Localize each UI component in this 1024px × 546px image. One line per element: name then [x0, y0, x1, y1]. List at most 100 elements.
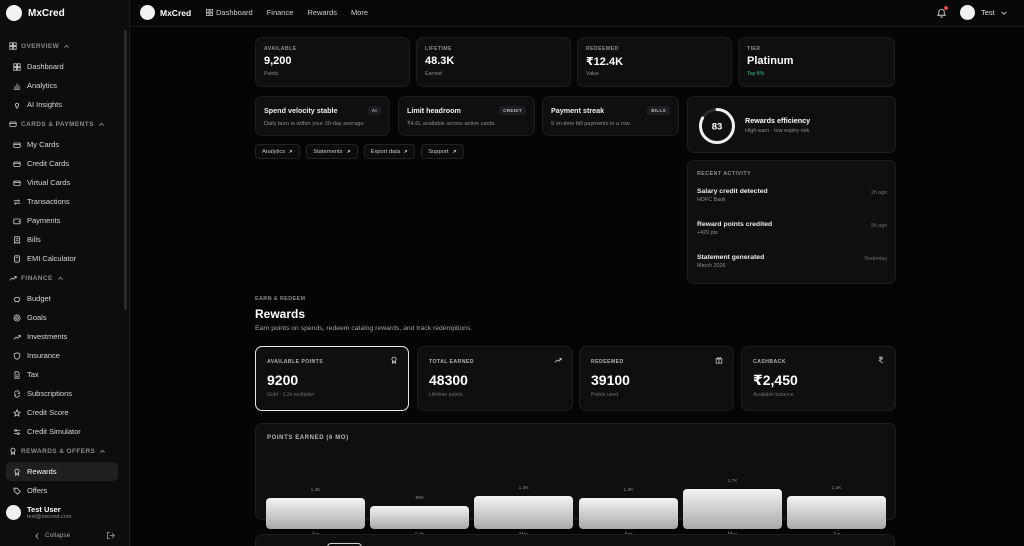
sidebar-item-dashboard[interactable]: Dashboard — [6, 57, 118, 76]
sidebar-item-label: EMI Calculator — [27, 254, 77, 263]
top-brand[interactable]: MxCred — [140, 5, 191, 20]
activity-sub: March 2026 — [697, 263, 726, 269]
activity-item[interactable]: Salary credit detected HDFC Bank 2h ago — [697, 188, 887, 203]
activity-sub: +420 pts — [697, 230, 718, 236]
bar[interactable] — [266, 498, 365, 529]
repeat-icon — [14, 389, 20, 398]
bar-value-label: 1.4K — [831, 486, 842, 491]
logout-icon[interactable] — [106, 531, 115, 540]
sidebar-item-my-cards[interactable]: My Cards — [6, 135, 118, 154]
stat-label: REDEEMED — [586, 46, 619, 52]
sidebar-item-investments[interactable]: Investments — [6, 327, 118, 346]
sidebar-item-analytics[interactable]: Analytics — [6, 76, 118, 95]
user-name: Test User — [27, 505, 61, 514]
trend-icon — [13, 334, 21, 340]
bar-value-label: 990 — [415, 496, 424, 501]
arrow-up-right-icon — [289, 149, 293, 153]
activity-time: Yesterday — [864, 256, 887, 262]
insight-card[interactable]: Spend velocity stable AI Daily burn is wit… — [255, 96, 390, 136]
bar[interactable] — [370, 506, 469, 529]
sidebar-item-label: Tax — [27, 370, 39, 379]
page-title: Rewards — [255, 307, 306, 321]
efficiency-card: 83 Rewards efficiency High earn · low ex… — [687, 96, 896, 153]
top-link-rewards[interactable]: Rewards — [307, 8, 337, 17]
insight-card[interactable]: Limit headroom CREDIT ₹4.6L available acro… — [398, 96, 535, 136]
kpi-value: ₹2,450 — [753, 372, 798, 388]
sidebar-item-goals[interactable]: Goals — [6, 308, 118, 327]
sidebar-item-budget[interactable]: Budget — [6, 289, 118, 308]
kpi-card[interactable]: CASHBACK ₹2,450 Available balance — [741, 346, 896, 411]
section-title: CARDS & PAYMENTS — [21, 120, 94, 128]
bar[interactable] — [787, 496, 886, 529]
brand[interactable]: MxCred — [6, 4, 65, 22]
bar[interactable] — [683, 489, 782, 529]
sidebar-nav: OVERVIEW Dashboard Analytics AI Insights CAR… — [0, 36, 124, 500]
sidebar-section-header[interactable]: CARDS & PAYMENTS — [0, 116, 124, 132]
kpi-value: 9200 — [267, 372, 299, 388]
notification-dot — [944, 6, 948, 10]
sidebar-item-virtual-cards[interactable]: Virtual Cards — [6, 173, 118, 192]
sidebar-item-transactions[interactable]: Transactions — [6, 192, 118, 211]
sidebar-item-credit-cards[interactable]: Credit Cards — [6, 154, 118, 173]
sidebar-item-tax[interactable]: Tax — [6, 365, 118, 384]
quick-link-statements[interactable]: Statements — [306, 144, 358, 159]
swap-icon — [13, 198, 21, 205]
top-link-dashboard[interactable]: Dashboard — [206, 8, 253, 17]
sidebar-section-header[interactable]: OVERVIEW — [0, 38, 124, 54]
sidebar-item-label: Budget — [27, 294, 51, 303]
sidebar-item-ai-insights[interactable]: AI Insights — [6, 95, 118, 114]
bulb-icon — [14, 102, 20, 109]
kpi-card[interactable]: AVAILABLE POINTS 9200 Gold · 1.2x multipli… — [255, 346, 409, 411]
kpi-sub: Gold · 1.2x multiplier — [267, 392, 315, 398]
bar[interactable] — [579, 498, 678, 529]
sidebar-section-header[interactable]: FINANCE — [0, 270, 124, 286]
sidebar-item-offers[interactable]: Offers — [6, 481, 118, 500]
activity-item[interactable]: Statement generated March 2026 Yesterday — [697, 254, 887, 269]
topbar: MxCred Dashboard Finance Rewards More Te… — [130, 0, 1024, 27]
sidebar-item-emi-calculator[interactable]: EMI Calculator — [6, 249, 118, 268]
quick-link-support[interactable]: Support — [421, 144, 464, 159]
star-icon — [13, 408, 21, 417]
activity-item[interactable]: Reward points credited +420 pts 5h ago — [697, 221, 887, 236]
bar[interactable] — [474, 496, 573, 529]
insight-title: Limit headroom — [407, 106, 461, 115]
efficiency-score: 83 — [712, 122, 723, 133]
sidebar-item-subscriptions[interactable]: Subscriptions — [6, 384, 118, 403]
sidebar-item-label: Credit Cards — [27, 159, 70, 168]
chevron-up-icon — [100, 449, 106, 453]
page-subtitle: Earn points on spends, redeem catalog re… — [255, 325, 473, 332]
top-user-menu[interactable]: Test — [960, 5, 1007, 20]
quick-link-label: Support — [428, 148, 449, 155]
shield-icon — [13, 351, 21, 360]
sidebar-scrollbar[interactable] — [124, 30, 127, 310]
stat-card: TIER Platinum Top 8% — [738, 37, 895, 87]
card-icon — [13, 180, 21, 186]
kpi-card[interactable]: REDEEMED 39100 Points used — [579, 346, 734, 411]
quick-link-analytics[interactable]: Analytics — [255, 144, 301, 159]
document-icon — [14, 370, 20, 379]
quick-link-export-data[interactable]: Export data — [363, 144, 416, 159]
sliders-icon — [13, 428, 21, 435]
insight-card[interactable]: Payment streak BILLS 9 on-time bill paymen… — [542, 96, 679, 136]
sidebar-item-insurance[interactable]: Insurance — [6, 346, 118, 365]
sidebar-item-bills[interactable]: Bills — [6, 230, 118, 249]
sidebar-item-credit-simulator[interactable]: Credit Simulator — [6, 422, 118, 441]
sidebar-item-rewards[interactable]: Rewards — [6, 462, 118, 481]
wallet-icon — [13, 218, 21, 224]
sidebar-item-payments[interactable]: Payments — [6, 211, 118, 230]
kpi-label: AVAILABLE POINTS — [267, 359, 324, 365]
stat-card: LIFETIME 48.3K Earned — [416, 37, 571, 87]
top-link-more[interactable]: More — [351, 8, 368, 17]
sidebar-user[interactable]: Test User test@mxcred.com — [6, 505, 71, 520]
chevron-up-icon — [57, 276, 63, 280]
next-section — [255, 534, 895, 546]
collapse-button[interactable]: Collapse — [34, 532, 70, 539]
kpi-label: CASHBACK — [753, 359, 786, 365]
top-link-finance[interactable]: Finance — [267, 8, 294, 17]
sidebar-section-header[interactable]: REWARDS & OFFERS — [0, 443, 124, 459]
section-title: FINANCE — [21, 274, 53, 282]
rupee-icon — [878, 356, 883, 364]
kpi-card[interactable]: TOTAL EARNED 48300 Lifetime points — [417, 346, 573, 411]
kpi-value: 48300 — [429, 372, 468, 388]
sidebar-item-credit-score[interactable]: Credit Score — [6, 403, 118, 422]
